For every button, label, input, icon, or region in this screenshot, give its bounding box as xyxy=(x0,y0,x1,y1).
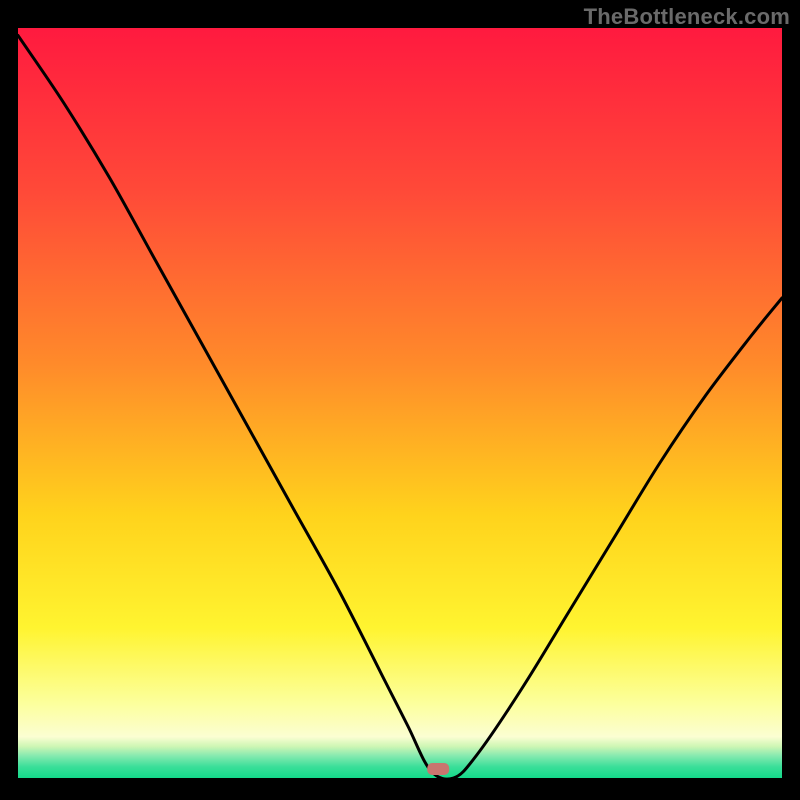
gradient-backdrop xyxy=(18,28,782,778)
chart-svg xyxy=(18,28,782,778)
plot-area xyxy=(18,28,782,778)
watermark-text: TheBottleneck.com xyxy=(584,4,790,30)
marker-point xyxy=(427,763,449,775)
chart-frame: TheBottleneck.com xyxy=(0,0,800,800)
